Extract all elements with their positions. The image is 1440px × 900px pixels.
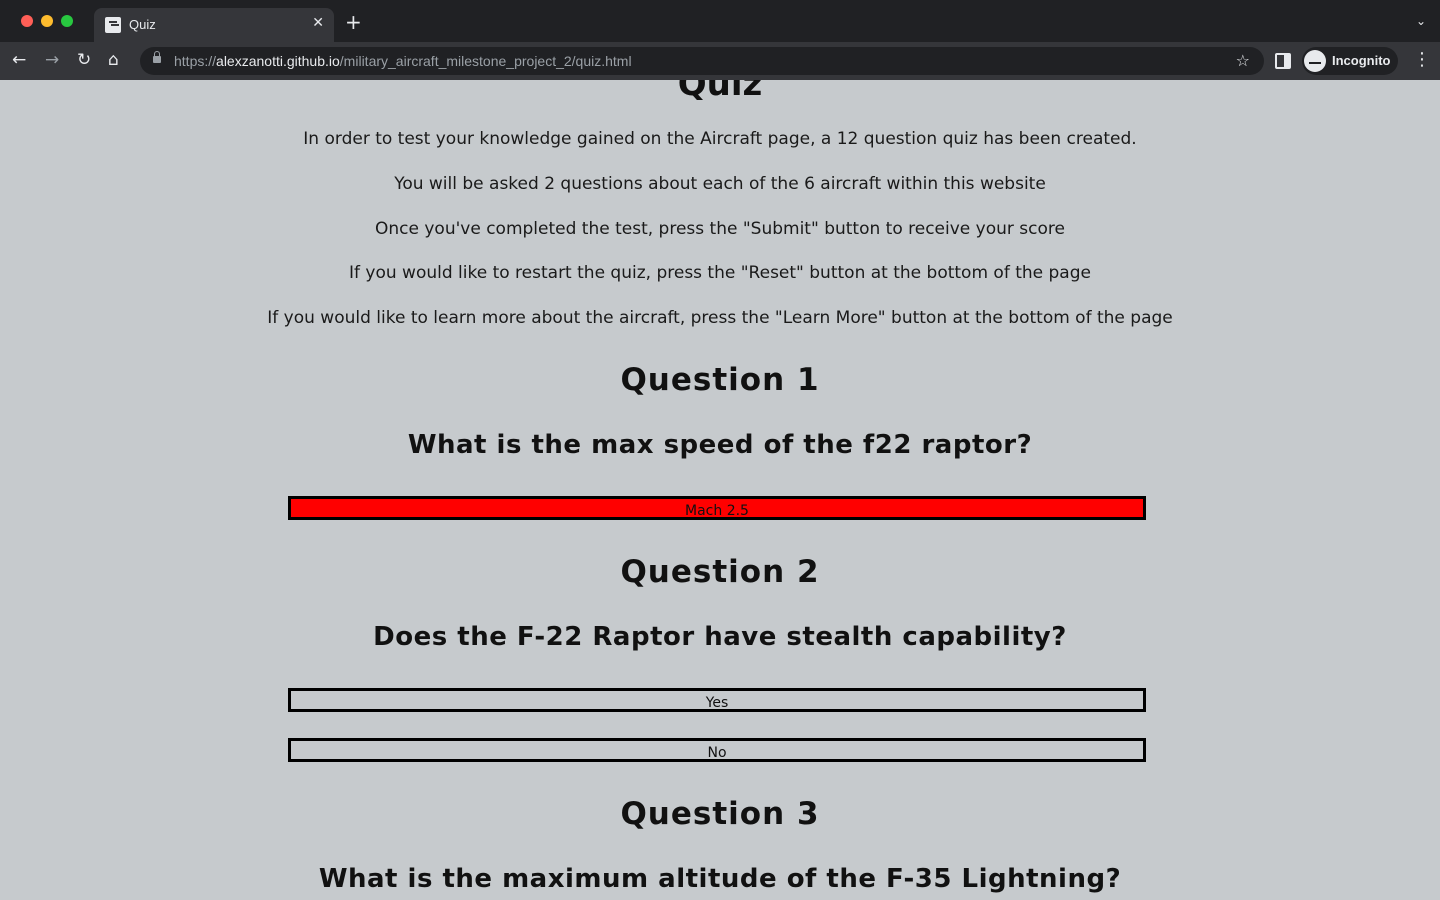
home-icon[interactable]: ⌂	[108, 50, 119, 70]
answer-button-q2-no[interactable]: No	[288, 738, 1146, 762]
address-bar[interactable]: https://alexzanotti.github.io/military_a…	[140, 47, 1264, 75]
tab-strip: Quiz ✕ + ⌄	[0, 0, 1440, 42]
page-viewport[interactable]: Quiz In order to test your knowledge gai…	[0, 80, 1440, 900]
side-panel-icon[interactable]	[1275, 53, 1291, 69]
question-1-heading: Question 1	[620, 362, 820, 398]
site-favicon-icon	[105, 17, 121, 33]
intro-paragraph: You will be asked 2 questions about each…	[394, 174, 1046, 194]
maximize-window-button[interactable]	[61, 15, 73, 27]
kebab-menu-icon[interactable]: ⋮	[1413, 50, 1431, 70]
tab-search-chevron-icon[interactable]: ⌄	[1416, 14, 1426, 28]
intro-paragraph: Once you've completed the test, press th…	[375, 219, 1065, 239]
answer-button-q1-mach-2-5[interactable]: Mach 2.5	[288, 496, 1146, 520]
question-3-text: What is the maximum altitude of the F-35…	[318, 864, 1122, 894]
url-path: /military_aircraft_milestone_project_2/q…	[339, 53, 632, 69]
reload-icon[interactable]: ↻	[77, 50, 91, 70]
tab-title: Quiz	[129, 17, 156, 32]
incognito-label: Incognito	[1332, 53, 1391, 68]
intro-paragraph: In order to test your knowledge gained o…	[303, 129, 1137, 149]
lock-icon[interactable]	[153, 51, 161, 63]
minimize-window-button[interactable]	[41, 15, 53, 27]
intro-paragraph: If you would like to restart the quiz, p…	[349, 263, 1091, 283]
question-2-text: Does the F-22 Raptor have stealth capabi…	[373, 622, 1067, 652]
url-host: alexzanotti.github.io	[216, 53, 340, 69]
page-title: Quiz	[677, 80, 763, 104]
question-2-heading: Question 2	[620, 554, 820, 590]
bookmark-star-icon[interactable]: ☆	[1236, 51, 1250, 70]
question-3-heading: Question 3	[620, 796, 820, 832]
tab-close-icon[interactable]: ✕	[312, 15, 324, 31]
url-scheme: https://	[174, 53, 217, 69]
intro-paragraph: If you would like to learn more about th…	[267, 308, 1173, 328]
browser-toolbar: ← → ↻ ⌂ https://alexzanotti.github.io/mi…	[0, 42, 1440, 80]
incognito-icon	[1304, 50, 1326, 72]
back-arrow-icon[interactable]: ←	[12, 50, 26, 70]
incognito-profile-button[interactable]: Incognito	[1302, 47, 1398, 75]
forward-arrow-icon[interactable]: →	[45, 50, 59, 70]
close-window-button[interactable]	[21, 15, 33, 27]
tab-quiz[interactable]: Quiz ✕	[94, 8, 334, 42]
browser-chrome: Quiz ✕ + ⌄ ← → ↻ ⌂ https://alexzanotti.g…	[0, 0, 1440, 80]
question-1-text: What is the max speed of the f22 raptor?	[407, 430, 1033, 460]
url-text[interactable]: https://alexzanotti.github.io/military_a…	[174, 53, 632, 69]
new-tab-button[interactable]: +	[345, 12, 362, 32]
answer-button-q2-yes[interactable]: Yes	[288, 688, 1146, 712]
